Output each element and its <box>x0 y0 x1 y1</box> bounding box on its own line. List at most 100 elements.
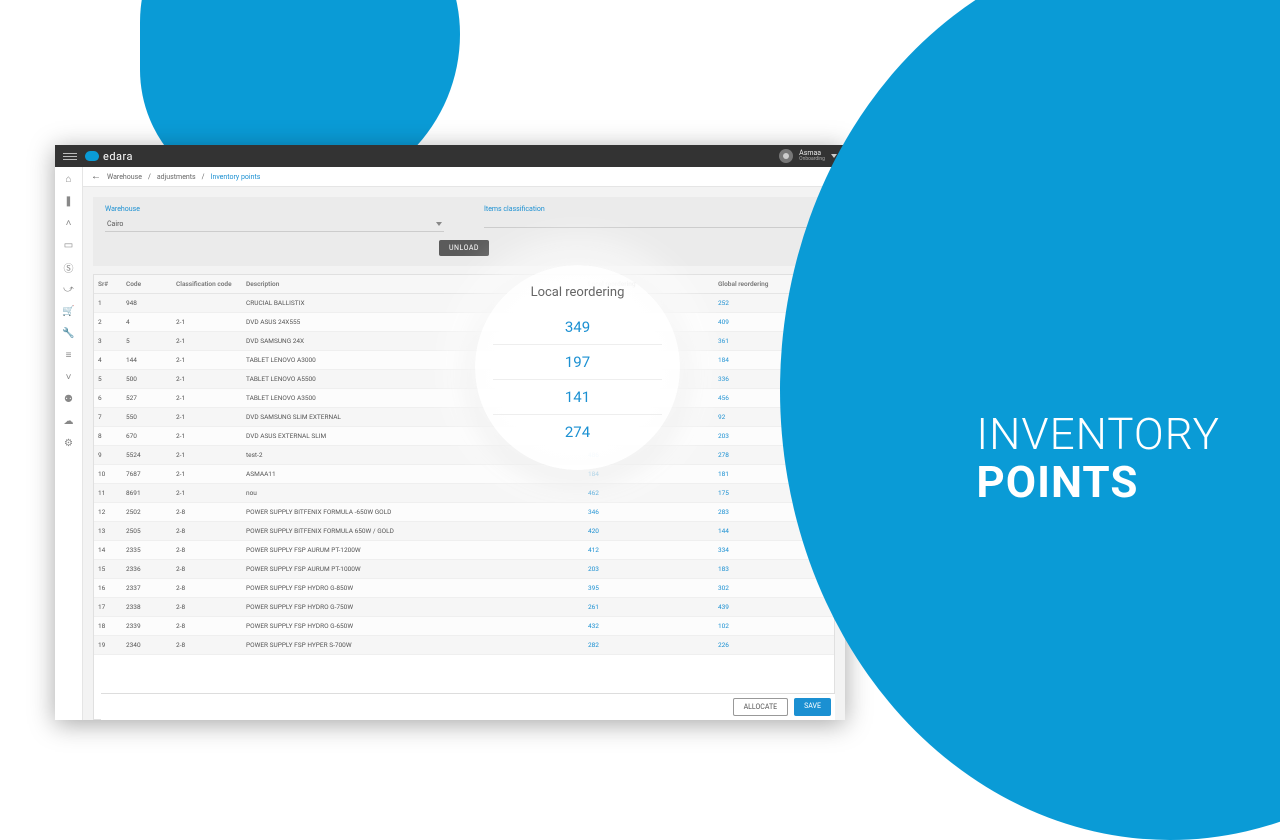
gear-icon[interactable]: ⚙ <box>63 437 75 449</box>
cell-description: POWER SUPPLY FSP HYDRO G-650W <box>242 617 584 635</box>
bc-current: Inventory points <box>211 173 261 181</box>
table-row[interactable]: 955242-1test-2486278 <box>94 446 834 465</box>
cell-code: 670 <box>122 427 172 445</box>
bookmark-icon[interactable]: ❚ <box>63 195 75 207</box>
cell-local-reorder[interactable]: 261 <box>584 598 714 616</box>
cell-sr: 16 <box>94 579 122 597</box>
cell-code: 527 <box>122 389 172 407</box>
table-row[interactable]: 352-1DVD SAMSUNG 24X141361 <box>94 332 834 351</box>
cell-global-reorder[interactable]: 302 <box>714 579 834 597</box>
bc-seg1[interactable]: Warehouse <box>107 173 142 181</box>
chart-icon[interactable]: ⤻ <box>63 283 75 295</box>
cell-sr: 1 <box>94 294 122 312</box>
chevron-up-icon[interactable]: ˄ <box>63 217 75 229</box>
cell-code: 550 <box>122 408 172 426</box>
footer-actions: ALLOCATE SAVE <box>101 693 835 720</box>
money-icon[interactable]: Ⓢ <box>63 261 75 273</box>
cell-sr: 13 <box>94 522 122 540</box>
promo-line1: INVENTORY <box>976 410 1220 458</box>
allocate-button[interactable]: ALLOCATE <box>733 698 789 716</box>
table-header: Sr# Code Classification code Description… <box>94 275 834 294</box>
table-row[interactable]: 55002-1TABLET LENOVO A5500336 <box>94 370 834 389</box>
promo-line2: POINTS <box>976 458 1220 506</box>
table-row[interactable]: 1823392-8POWER SUPPLY FSP HYDRO G-650W43… <box>94 617 834 636</box>
cell-classcode: 2-8 <box>172 541 242 559</box>
cell-global-reorder[interactable]: 226 <box>714 636 834 654</box>
table-row[interactable]: 1923402-8POWER SUPPLY FSP HYPER S-700W28… <box>94 636 834 655</box>
table-row[interactable]: 1948CRUCIAL BALLISTIX349252 <box>94 294 834 313</box>
warehouse-select[interactable]: Cairo <box>105 217 444 232</box>
cell-code: 2336 <box>122 560 172 578</box>
items-class-select[interactable] <box>484 217 823 228</box>
avatar-icon[interactable] <box>779 149 793 163</box>
user-role: Onboarding <box>799 157 825 162</box>
table-row[interactable]: 1723382-8POWER SUPPLY FSP HYDRO G-750W26… <box>94 598 834 617</box>
cell-local-reorder[interactable]: 346 <box>584 503 714 521</box>
cell-global-reorder[interactable]: 439 <box>714 598 834 616</box>
cell-local-reorder[interactable]: 462 <box>584 484 714 502</box>
list-icon[interactable]: ≡ <box>63 349 75 361</box>
wrench-icon[interactable]: 🔧 <box>63 327 75 339</box>
cart-icon[interactable]: 🛒 <box>63 305 75 317</box>
menu-icon[interactable] <box>63 153 77 160</box>
cell-sr: 3 <box>94 332 122 350</box>
chevron-down-icon[interactable]: ˅ <box>63 371 75 383</box>
back-icon[interactable]: ← <box>91 171 101 182</box>
table-row[interactable]: 65272-1TABLET LENOVO A3500456 <box>94 389 834 408</box>
unload-button[interactable]: UNLOAD <box>439 240 489 256</box>
table-row[interactable]: 41442-1TABLET LENOVO A3000274184 <box>94 351 834 370</box>
cell-code: 2339 <box>122 617 172 635</box>
cell-global-reorder[interactable]: 102 <box>714 617 834 635</box>
table-row[interactable]: 1623372-8POWER SUPPLY FSP HYDRO G-850W39… <box>94 579 834 598</box>
cell-sr: 10 <box>94 465 122 483</box>
cell-code: 2338 <box>122 598 172 616</box>
table-row[interactable]: 1225022-8POWER SUPPLY BITFENIX FORMULA -… <box>94 503 834 522</box>
col-sr[interactable]: Sr# <box>94 275 122 293</box>
cell-local-reorder[interactable]: 432 <box>584 617 714 635</box>
bc-seg2[interactable]: adjustments <box>157 173 196 181</box>
cell-local-reorder[interactable]: 203 <box>584 560 714 578</box>
table-row[interactable]: 1076872-1ASMAA11184181 <box>94 465 834 484</box>
cell-code: 2502 <box>122 503 172 521</box>
table-row[interactable]: 86702-1DVD ASUS EXTERNAL SLIM104203 <box>94 427 834 446</box>
cell-sr: 2 <box>94 313 122 331</box>
cell-local-reorder[interactable]: 395 <box>584 579 714 597</box>
cell-description: POWER SUPPLY FSP AURUM PT-1200W <box>242 541 584 559</box>
magnifier-value: 349 <box>493 310 662 345</box>
cell-local-reorder[interactable]: 412 <box>584 541 714 559</box>
cloud-icon[interactable]: ☁ <box>63 415 75 427</box>
cell-local-reorder[interactable]: 282 <box>584 636 714 654</box>
save-button[interactable]: SAVE <box>794 698 831 716</box>
col-classcode[interactable]: Classification code <box>172 275 242 293</box>
cell-classcode: 2-8 <box>172 522 242 540</box>
cell-description: POWER SUPPLY FSP HYPER S-700W <box>242 636 584 654</box>
cell-local-reorder[interactable]: 420 <box>584 522 714 540</box>
store-icon[interactable]: ▭ <box>63 239 75 251</box>
table-row[interactable]: 242-1DVD ASUS 24X555197409 <box>94 313 834 332</box>
cell-classcode: 2-1 <box>172 484 242 502</box>
users-icon[interactable]: ⚉ <box>63 393 75 405</box>
cell-sr: 18 <box>94 617 122 635</box>
cell-code: 4 <box>122 313 172 331</box>
table-row[interactable]: 1325052-8POWER SUPPLY BITFENIX FORMULA 6… <box>94 522 834 541</box>
table: Sr# Code Classification code Description… <box>93 274 835 720</box>
col-code[interactable]: Code <box>122 275 172 293</box>
cell-classcode: 2-1 <box>172 446 242 464</box>
table-row[interactable]: 1423352-8POWER SUPPLY FSP AURUM PT-1200W… <box>94 541 834 560</box>
promo-title: INVENTORY POINTS <box>976 410 1220 507</box>
cell-classcode: 2-1 <box>172 370 242 388</box>
cell-local-reorder[interactable]: 184 <box>584 465 714 483</box>
table-row[interactable]: 1523362-8POWER SUPPLY FSP AURUM PT-1000W… <box>94 560 834 579</box>
magnifier-value: 141 <box>493 380 662 415</box>
warehouse-label: Warehouse <box>105 205 444 213</box>
cell-code: 2337 <box>122 579 172 597</box>
table-row[interactable]: 75502-1DVD SAMSUNG SLIM EXTERNAL47592 <box>94 408 834 427</box>
home-icon[interactable]: ⌂ <box>63 173 75 185</box>
user-block[interactable]: Asmaa Onboarding <box>799 150 825 162</box>
logo-icon <box>85 151 99 161</box>
table-row[interactable]: 1186912-1nou462175 <box>94 484 834 503</box>
cell-code: 5 <box>122 332 172 350</box>
cell-classcode: 2-1 <box>172 465 242 483</box>
magnifier-header: Local reordering <box>493 285 662 300</box>
cell-sr: 17 <box>94 598 122 616</box>
